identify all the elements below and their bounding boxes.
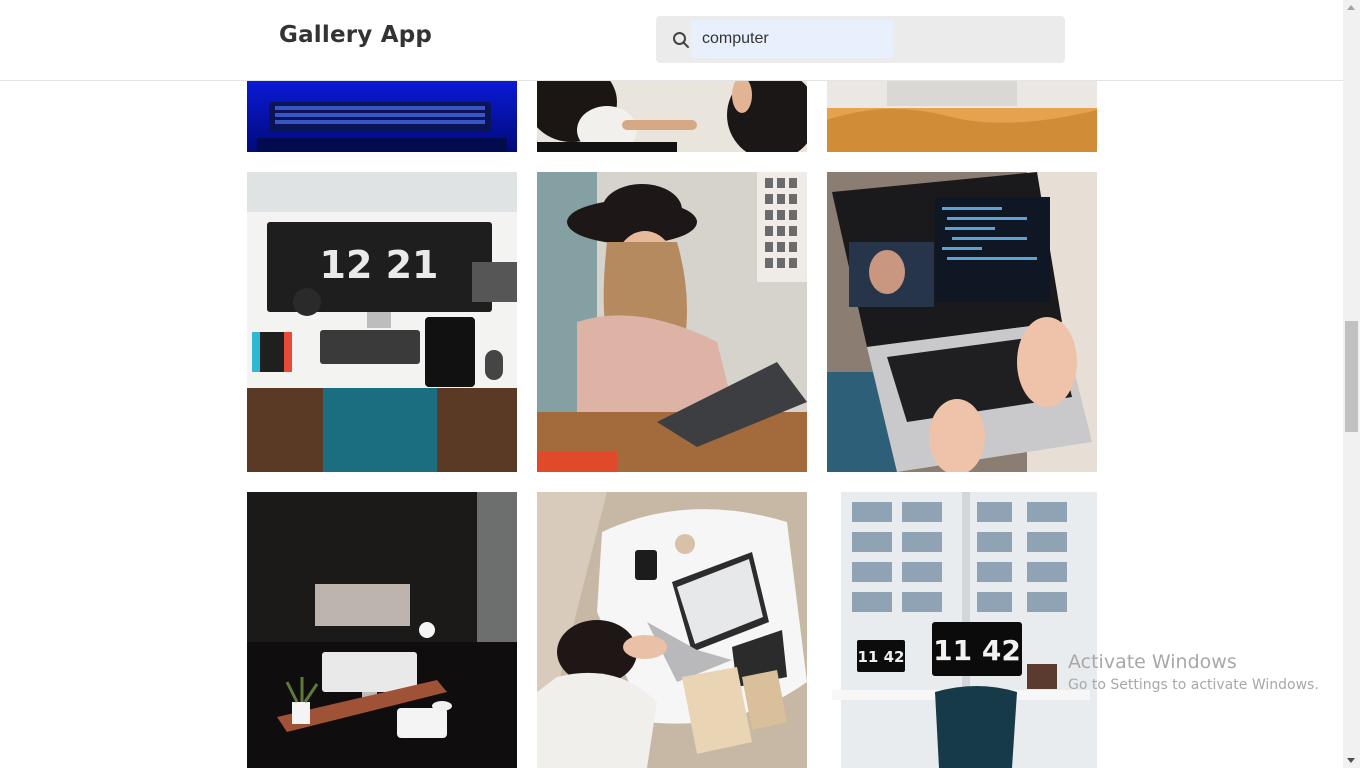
svg-text:11 42: 11 42 xyxy=(933,634,1021,667)
svg-text:12 21: 12 21 xyxy=(320,243,439,287)
scroll-up-arrow-icon[interactable] xyxy=(1347,5,1355,10)
photo-image xyxy=(537,172,807,472)
page: 12 21 11 42 11 42 Gallery App computer A… xyxy=(0,0,1343,768)
svg-text:11 42: 11 42 xyxy=(858,648,905,666)
photo-tile[interactable]: 11 42 11 42 xyxy=(827,492,1097,768)
photo-tile[interactable] xyxy=(827,172,1097,472)
photo-image: 12 21 xyxy=(247,172,517,472)
photo-tile[interactable]: 12 21 xyxy=(247,172,517,472)
scroll-down-arrow-icon[interactable] xyxy=(1347,758,1355,763)
photo-image: 11 42 11 42 xyxy=(827,492,1097,768)
photo-image xyxy=(537,80,807,152)
search-bar[interactable] xyxy=(656,16,1065,63)
activation-watermark-title: Activate Windows xyxy=(1068,651,1237,673)
scrollbar-thumb[interactable] xyxy=(1345,321,1358,432)
app-header: Gallery App xyxy=(0,0,1343,81)
photo-tile[interactable] xyxy=(827,80,1097,152)
activation-watermark-subtitle: Go to Settings to activate Windows. xyxy=(1068,677,1319,693)
photo-image xyxy=(827,80,1097,152)
photo-image xyxy=(827,172,1097,472)
vertical-scrollbar[interactable] xyxy=(1343,0,1360,768)
app-title[interactable]: Gallery App xyxy=(279,22,432,48)
photo-tile[interactable] xyxy=(247,80,517,152)
photo-tile[interactable] xyxy=(537,80,807,152)
search-input[interactable] xyxy=(691,20,893,58)
photo-tile[interactable] xyxy=(537,492,807,768)
photo-tile[interactable] xyxy=(247,492,517,768)
search-icon[interactable] xyxy=(672,31,690,49)
photo-image xyxy=(537,492,807,768)
photo-tile[interactable] xyxy=(537,172,807,472)
photo-image xyxy=(247,492,517,768)
photo-image xyxy=(247,80,517,152)
